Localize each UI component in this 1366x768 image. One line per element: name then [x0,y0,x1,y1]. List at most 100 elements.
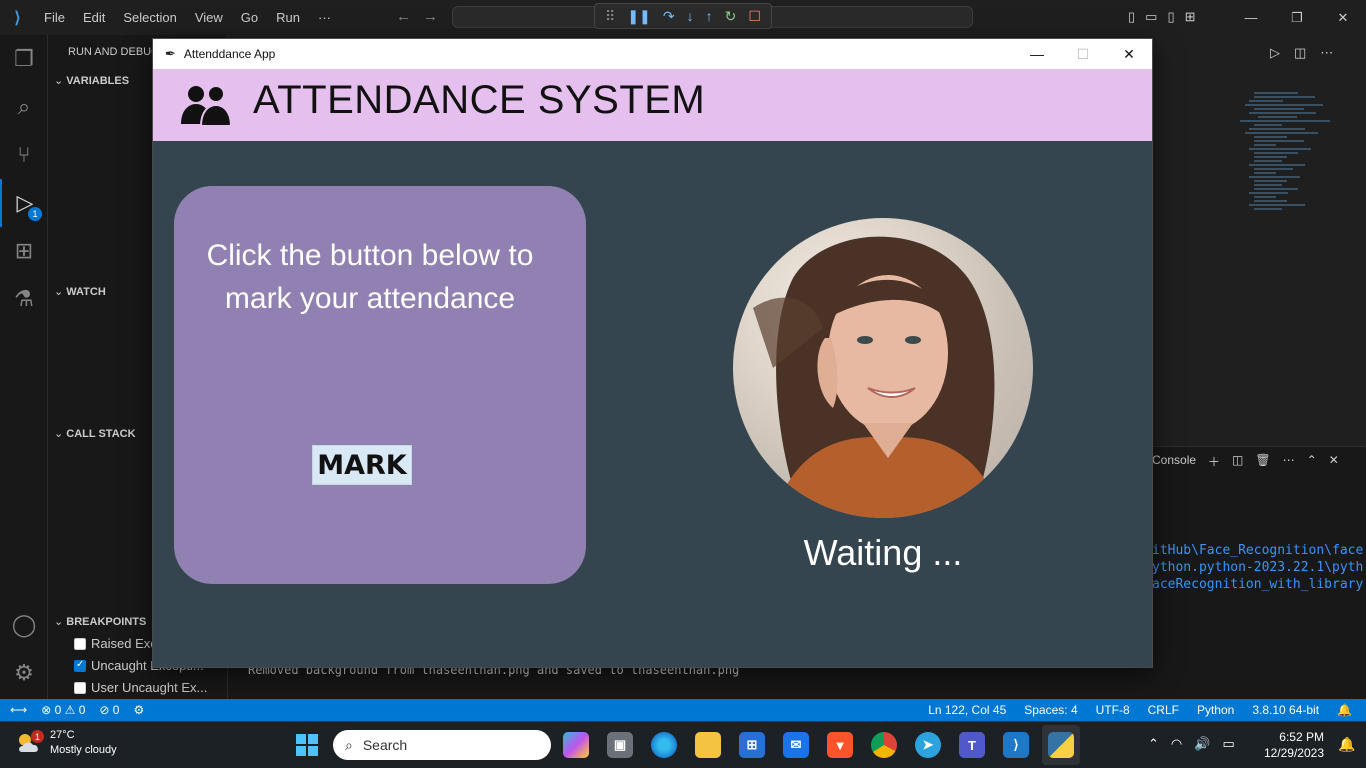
extensions-icon[interactable]: ⊞ [0,227,48,275]
minimap[interactable] [1238,90,1350,440]
notification-bell-icon[interactable]: 🔔 [1338,736,1355,753]
weather-widget[interactable]: 1 27°C Mostly cloudy [16,728,117,758]
wifi-icon[interactable]: ◠ [1171,736,1182,752]
menu-edit[interactable]: Edit [74,0,114,35]
nav-arrows[interactable]: ←→ [396,8,450,25]
menu-view[interactable]: View [186,0,232,35]
pause-icon[interactable]: ❚❚ [627,8,650,25]
source-control-icon[interactable]: ⑂ [0,131,48,179]
menu-file[interactable]: File [35,0,74,35]
python-taskbar-icon[interactable] [1048,732,1074,758]
maximize-panel-icon[interactable]: ⌃ [1307,453,1317,470]
file-explorer-icon[interactable] [695,732,721,758]
copilot-icon[interactable] [563,732,589,758]
stop-icon[interactable]: ☐ [748,8,761,25]
clock-date: 12/29/2023 [1263,746,1324,760]
more-icon[interactable]: ⋯ [1283,453,1295,470]
app-minimize-icon[interactable]: — [1014,39,1060,69]
tray-overflow-icon[interactable]: ⌃ [1148,736,1159,752]
ports-indicator[interactable]: ⊘ 0 [99,703,119,717]
minimize-icon[interactable]: — [1228,10,1274,25]
explorer-icon[interactable]: ❐ [0,35,48,83]
variables-section[interactable]: VARIABLES [54,74,129,87]
search-icon: ⌕ [345,736,353,753]
encoding[interactable]: UTF-8 [1096,703,1130,717]
remote-icon[interactable]: ⟷ [10,703,27,717]
notifications-icon[interactable]: 🔔 [1337,703,1352,717]
people-icon [181,85,233,127]
vscode-taskbar-icon[interactable]: ⟩ [1003,732,1029,758]
chrome-icon[interactable] [871,732,897,758]
battery-icon[interactable]: ▭ [1222,736,1234,752]
toggle-sidebar-icon[interactable]: ▯ [1128,9,1135,25]
windows-start-icon[interactable] [296,734,318,756]
step-out-icon[interactable]: ↑ [706,8,713,24]
breakpoint-checkbox[interactable] [74,659,86,672]
problems-indicator[interactable]: ⊗ 0 ⚠ 0 [41,703,85,717]
toggle-secondary-sidebar-icon[interactable]: ▯ [1167,9,1174,25]
app-window-controls: — ☐ ✕ [1014,39,1152,69]
layout-controls: ▯ ▭ ▯ ⊞ [1128,9,1196,25]
trash-icon[interactable]: 🗑 [1255,453,1270,470]
forward-arrow-icon[interactable]: → [423,8,450,25]
breakpoints-section[interactable]: BREAKPOINTS [54,615,146,628]
menu-more[interactable]: ··· [309,0,340,35]
account-icon[interactable]: ◯ [0,601,48,649]
menu-go[interactable]: Go [232,0,267,35]
mail-icon[interactable]: ✉ [783,732,809,758]
step-into-icon[interactable]: ↓ [687,8,694,24]
cloudy-weather-icon: 1 [16,730,44,754]
debug-status-icon[interactable]: ⚙ [133,703,144,717]
settings-gear-icon[interactable]: ⚙ [0,649,48,697]
vscode-window-controls: — ❐ ✕ [1228,0,1366,35]
volume-icon[interactable]: 🔊 [1194,736,1210,752]
weather-temp: 27°C [50,729,75,741]
attendance-app-window: ✒ Attenddance App — ☐ ✕ ATTENDANCE SYSTE… [152,38,1153,668]
testing-icon[interactable]: ⚗ [0,275,48,323]
language-mode[interactable]: Python [1197,703,1234,717]
panel-header: Console ＋ ◫ 🗑 ⋯ ⌃ ✕ [1152,453,1339,470]
mark-button[interactable]: MARK [312,445,412,485]
drag-handle-icon[interactable]: ⠿ [605,8,615,25]
split-editor-icon[interactable]: ◫ [1294,45,1320,60]
line-ending[interactable]: CRLF [1148,703,1179,717]
breakpoint-checkbox[interactable] [74,681,86,694]
restart-icon[interactable]: ↻ [725,8,737,25]
task-view-icon[interactable]: ▣ [607,732,633,758]
back-arrow-icon[interactable]: ← [396,8,423,25]
watch-section[interactable]: WATCH [54,285,106,298]
restore-icon[interactable]: ❐ [1274,10,1320,26]
activity-bar: ❐ ⌕ ⑂ ▷ 1 ⊞ ⚗ ◯ ⚙ [0,35,48,699]
telegram-icon[interactable]: ➤ [915,732,941,758]
system-tray: ⌃ ◠ 🔊 ▭ [1148,736,1235,752]
app-titlebar[interactable]: ✒ Attenddance App — ☐ ✕ [153,39,1152,69]
toggle-panel-icon[interactable]: ▭ [1145,9,1157,25]
taskbar-search[interactable]: ⌕ Search [333,730,551,760]
call-stack-section[interactable]: CALL STACK [54,427,135,440]
edge-icon[interactable] [651,732,677,758]
menu-selection[interactable]: Selection [114,0,185,35]
indentation[interactable]: Spaces: 4 [1024,703,1077,717]
step-over-icon[interactable]: ↷ [663,8,675,25]
breakpoint-item[interactable]: User Uncaught Ex... [74,680,224,695]
panel-label[interactable]: Console [1152,453,1196,470]
app-close-icon[interactable]: ✕ [1106,39,1152,69]
new-terminal-icon[interactable]: ＋ [1208,453,1220,470]
customize-layout-icon[interactable]: ⊞ [1185,9,1196,25]
search-icon[interactable]: ⌕ [0,83,48,131]
weather-badge: 1 [31,730,44,743]
more-actions-icon[interactable]: ⋯ [1320,45,1347,60]
teams-icon[interactable]: T [959,732,985,758]
cursor-position[interactable]: Ln 122, Col 45 [928,703,1006,717]
breakpoint-checkbox[interactable] [74,637,86,650]
split-terminal-icon[interactable]: ◫ [1232,453,1243,470]
close-panel-icon[interactable]: ✕ [1329,453,1339,470]
brave-icon[interactable]: ▼ [827,732,853,758]
run-debug-icon[interactable]: ▷ 1 [0,179,48,227]
menu-run[interactable]: Run [267,0,309,35]
run-file-icon[interactable]: ▷ [1270,45,1294,60]
taskbar-clock[interactable]: 6:52 PM 12/29/2023 [1258,729,1324,761]
store-icon[interactable]: ⊞ [739,732,765,758]
python-interpreter[interactable]: 3.8.10 64-bit [1252,703,1319,717]
close-icon[interactable]: ✕ [1320,10,1366,26]
